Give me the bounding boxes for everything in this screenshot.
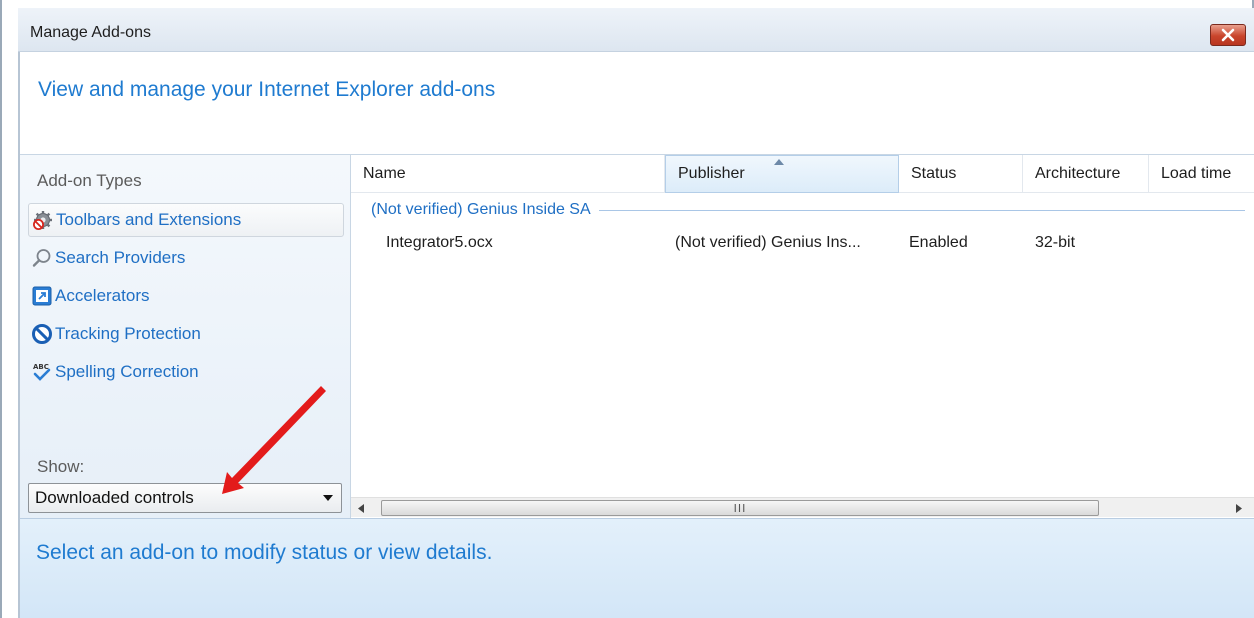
magnifier-icon xyxy=(32,249,51,267)
close-x-icon xyxy=(1221,28,1235,42)
column-header-label: Load time xyxy=(1161,165,1232,182)
sidebar-item-spelling-correction[interactable]: ABC Spelling Correction xyxy=(28,355,344,389)
cell-publisher: (Not verified) Genius Ins... xyxy=(675,234,861,251)
column-header-architecture[interactable]: Architecture xyxy=(1023,155,1149,193)
arrow-right-icon xyxy=(1236,503,1242,513)
column-header-label: Name xyxy=(363,165,406,182)
arrow-left-icon xyxy=(358,503,364,513)
sidebar-item-label: Search Providers xyxy=(55,248,186,267)
no-entry-icon xyxy=(32,324,52,344)
column-header-load-time[interactable]: Load time xyxy=(1149,155,1254,193)
cell-architecture: 32-bit xyxy=(1035,234,1076,251)
group-label: (Not verified) Genius Inside SA xyxy=(371,201,591,218)
show-label: Show: xyxy=(37,457,85,476)
details-pane: Select an add-on to modify status or vie… xyxy=(20,518,1254,618)
chevron-down-icon xyxy=(323,495,333,501)
manage-addons-window: Manage Add-ons View and manage your Inte… xyxy=(0,0,1254,618)
publisher-group-header: (Not verified) Genius Inside SA xyxy=(371,199,1245,221)
scroll-right-button[interactable] xyxy=(1229,498,1249,518)
table-row[interactable]: Integrator5.ocx (Not verified) Genius In… xyxy=(351,227,1254,259)
column-header-row: Name Publisher Status Architecture Load … xyxy=(351,155,1254,193)
svg-text:ABC: ABC xyxy=(33,363,49,371)
cell-name: Integrator5.ocx xyxy=(386,234,493,251)
addon-types-heading: Add-on Types xyxy=(37,171,142,190)
window-title: Manage Add-ons xyxy=(30,24,151,41)
cell-status: Enabled xyxy=(909,234,968,251)
header-title: View and manage your Internet Explorer a… xyxy=(38,78,496,101)
sidebar-item-label: Spelling Correction xyxy=(55,362,199,381)
details-message: Select an add-on to modify status or vie… xyxy=(36,541,493,564)
column-header-label: Publisher xyxy=(678,165,745,182)
column-header-status[interactable]: Status xyxy=(899,155,1023,193)
addon-types-sidebar: Add-on Types Toolbars and Extensions Sea… xyxy=(20,154,350,518)
sidebar-item-label: Accelerators xyxy=(55,286,150,305)
sidebar-item-toolbars-extensions[interactable]: Toolbars and Extensions xyxy=(28,203,344,237)
abc-check-icon: ABC xyxy=(33,363,51,381)
sidebar-item-search-providers[interactable]: Search Providers xyxy=(28,241,344,275)
group-divider xyxy=(598,209,1245,211)
show-filter-value: Downloaded controls xyxy=(35,488,194,507)
sidebar-item-label: Toolbars and Extensions xyxy=(56,210,242,229)
close-button[interactable] xyxy=(1210,24,1246,46)
column-header-label: Status xyxy=(911,165,957,182)
horizontal-scrollbar[interactable]: III xyxy=(351,497,1254,517)
column-header-publisher[interactable]: Publisher xyxy=(665,155,899,193)
sort-ascending-icon xyxy=(774,159,784,165)
scroll-thumb[interactable]: III xyxy=(381,500,1099,516)
addon-list: Name Publisher Status Architecture Load … xyxy=(350,154,1254,518)
scroll-grip: III xyxy=(733,501,747,515)
column-header-name[interactable]: Name xyxy=(351,155,665,193)
show-filter-dropdown[interactable]: Downloaded controls xyxy=(28,483,342,513)
header-banner: View and manage your Internet Explorer a… xyxy=(20,52,1254,154)
column-header-label: Architecture xyxy=(1035,165,1121,182)
sidebar-item-tracking-protection[interactable]: Tracking Protection xyxy=(28,317,344,351)
accelerator-icon xyxy=(32,286,52,306)
gear-blocked-icon xyxy=(33,211,52,230)
sidebar-item-label: Tracking Protection xyxy=(55,324,201,343)
scroll-left-button[interactable] xyxy=(351,498,371,518)
sidebar-item-accelerators[interactable]: Accelerators xyxy=(28,279,344,313)
title-bar: Manage Add-ons xyxy=(18,8,1254,52)
